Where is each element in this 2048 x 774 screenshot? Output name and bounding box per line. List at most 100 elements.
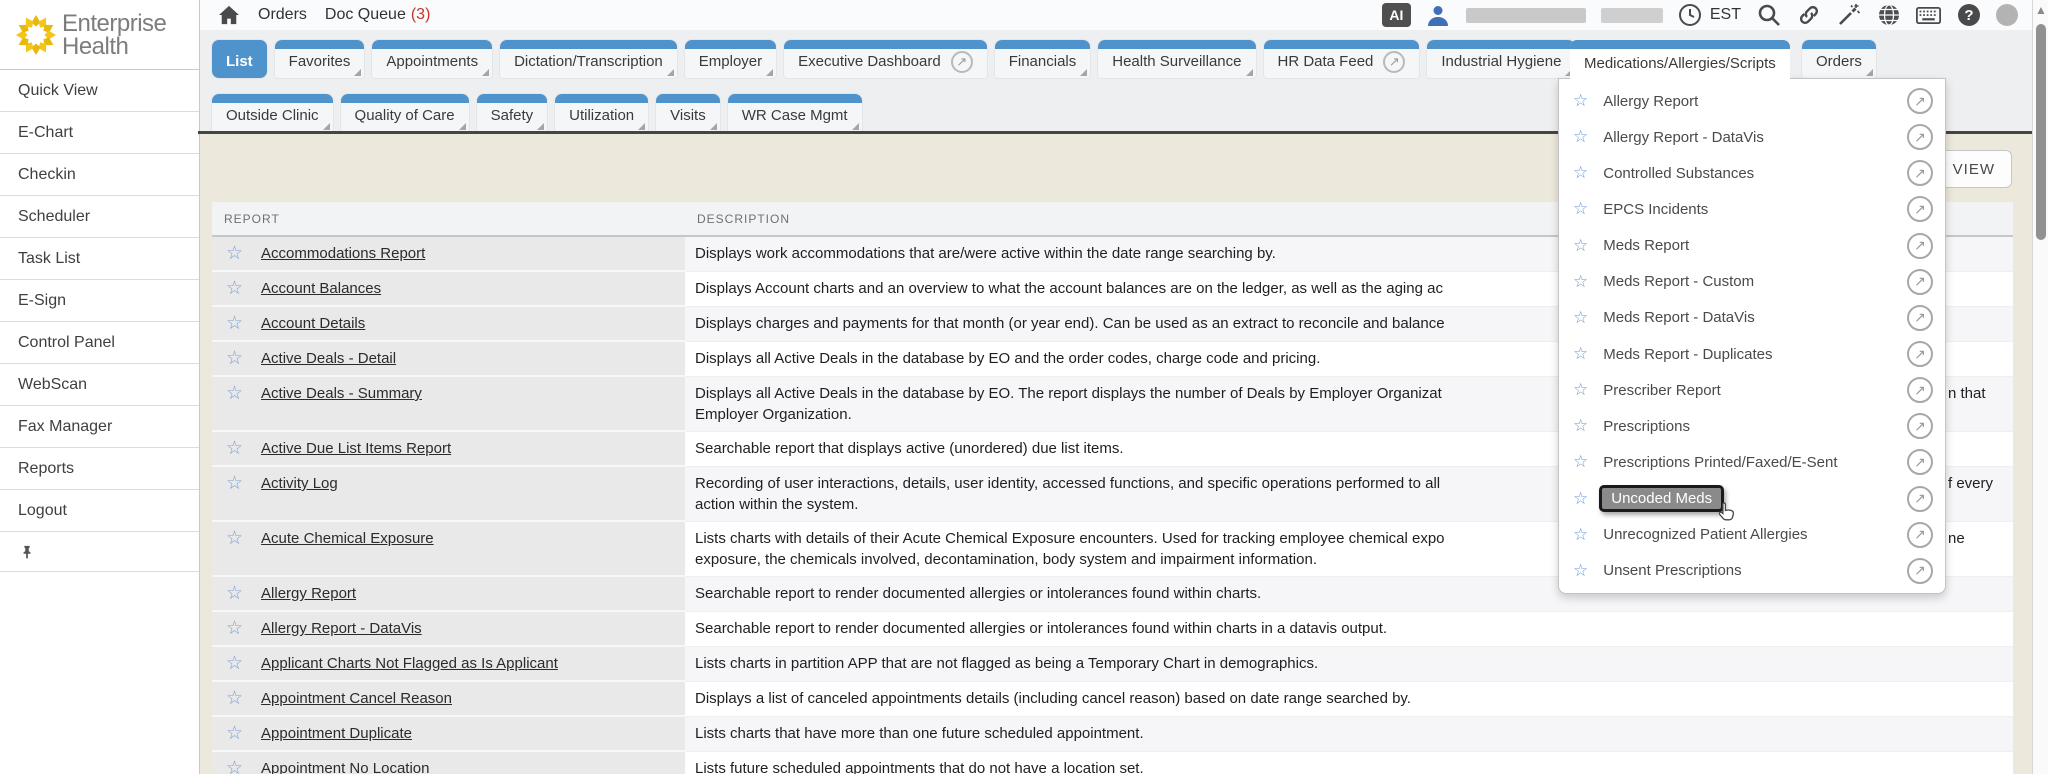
- favorite-star-icon[interactable]: ☆: [226, 583, 243, 604]
- favorite-star-icon[interactable]: ☆: [1573, 561, 1588, 581]
- favorite-star-icon[interactable]: ☆: [226, 473, 243, 494]
- favorite-star-icon[interactable]: ☆: [1573, 127, 1588, 147]
- report-link[interactable]: Account Details: [261, 313, 365, 334]
- menu-item[interactable]: ☆ Allergy Report - DataVis ↗: [1559, 119, 1945, 155]
- tab[interactable]: Orders: [1802, 40, 1876, 78]
- menu-item[interactable]: ☆ Prescriber Report ↗: [1559, 372, 1945, 408]
- home-icon[interactable]: [218, 5, 240, 25]
- favorite-star-icon[interactable]: ☆: [1573, 236, 1588, 256]
- sidebar-item[interactable]: Checkin: [0, 154, 199, 196]
- pin-icon[interactable]: [20, 544, 34, 560]
- favorite-star-icon[interactable]: ☆: [1573, 308, 1588, 328]
- tab[interactable]: Utilization: [555, 94, 648, 132]
- tab[interactable]: Outside Clinic: [212, 94, 333, 132]
- favorite-star-icon[interactable]: ☆: [1573, 344, 1588, 364]
- menu-item-label-highlighted[interactable]: Uncoded Meds: [1599, 485, 1724, 512]
- menu-item[interactable]: ☆ Allergy Report ↗: [1559, 83, 1945, 119]
- favorite-star-icon[interactable]: ☆: [226, 688, 243, 709]
- menu-item[interactable]: ☆ Unsent Prescriptions ↗: [1559, 553, 1945, 589]
- menu-item[interactable]: ☆ Uncoded Meds ↗: [1559, 481, 1945, 517]
- tab[interactable]: Executive Dashboard ↗: [784, 40, 987, 78]
- favorite-star-icon[interactable]: ☆: [226, 438, 243, 459]
- report-link[interactable]: Active Due List Items Report: [261, 438, 451, 459]
- report-link[interactable]: Allergy Report: [261, 583, 356, 604]
- report-link[interactable]: Appointment Duplicate: [261, 723, 412, 744]
- report-link[interactable]: Active Deals - Summary: [261, 383, 422, 404]
- tab[interactable]: Visits: [656, 94, 720, 132]
- favorite-star-icon[interactable]: ☆: [1573, 272, 1588, 292]
- report-link[interactable]: Applicant Charts Not Flagged as Is Appli…: [261, 653, 558, 674]
- breadcrumb-doc-queue[interactable]: Doc Queue: [325, 6, 406, 24]
- scrollbar-thumb[interactable]: [2036, 24, 2046, 240]
- link-icon[interactable]: [1796, 3, 1821, 28]
- search-icon[interactable]: [1756, 3, 1781, 28]
- favorite-star-icon[interactable]: ☆: [1573, 91, 1588, 111]
- tab[interactable]: Appointments: [372, 40, 492, 78]
- wand-icon[interactable]: [1836, 3, 1861, 28]
- favorite-star-icon[interactable]: ☆: [226, 653, 243, 674]
- sidebar-item[interactable]: Fax Manager: [0, 406, 199, 448]
- favorite-star-icon[interactable]: ☆: [1573, 489, 1588, 509]
- report-link[interactable]: Account Balances: [261, 278, 381, 299]
- run-report-icon[interactable]: ↗: [1907, 413, 1933, 439]
- menu-item[interactable]: ☆ Prescriptions ↗: [1559, 408, 1945, 444]
- favorite-star-icon[interactable]: ☆: [226, 348, 243, 369]
- tab[interactable]: WR Case Mgmt: [728, 94, 862, 132]
- tab[interactable]: Dictation/Transcription: [500, 40, 677, 78]
- run-report-icon[interactable]: ↗: [1907, 558, 1933, 584]
- favorite-star-icon[interactable]: ☆: [226, 758, 243, 774]
- menu-item[interactable]: ☆ EPCS Incidents ↗: [1559, 191, 1945, 227]
- sidebar-item[interactable]: Reports: [0, 448, 199, 490]
- report-link[interactable]: Allergy Report - DataVis: [261, 618, 422, 639]
- run-report-icon[interactable]: ↗: [1907, 522, 1933, 548]
- tab[interactable]: Industrial Hygiene: [1427, 40, 1575, 78]
- clock-icon[interactable]: [1678, 3, 1703, 28]
- favorite-star-icon[interactable]: ☆: [226, 618, 243, 639]
- tab[interactable]: Health Surveillance: [1098, 40, 1255, 78]
- favorite-star-icon[interactable]: ☆: [1573, 380, 1588, 400]
- sidebar-item[interactable]: Logout: [0, 490, 199, 532]
- favorite-star-icon[interactable]: ☆: [226, 243, 243, 264]
- run-report-icon[interactable]: ↗: [1907, 341, 1933, 367]
- run-report-icon[interactable]: ↗: [1907, 88, 1933, 114]
- favorite-star-icon[interactable]: ☆: [226, 528, 243, 549]
- menu-item[interactable]: ☆ Meds Report ↗: [1559, 228, 1945, 264]
- run-report-icon[interactable]: ↗: [1907, 124, 1933, 150]
- globe-icon[interactable]: [1876, 3, 1901, 28]
- report-link[interactable]: Activity Log: [261, 473, 338, 494]
- scroll-up-arrow[interactable]: ▲: [2033, 3, 2048, 17]
- run-report-icon[interactable]: ↗: [1907, 269, 1933, 295]
- favorite-star-icon[interactable]: ☆: [1573, 199, 1588, 219]
- sidebar-item[interactable]: WebScan: [0, 364, 199, 406]
- user-icon[interactable]: [1426, 3, 1451, 28]
- vertical-scrollbar[interactable]: ▲: [2032, 0, 2048, 774]
- breadcrumb-orders[interactable]: Orders: [258, 6, 307, 24]
- sidebar-item[interactable]: E-Chart: [0, 112, 199, 154]
- tab[interactable]: Employer: [685, 40, 776, 78]
- tab[interactable]: Safety: [477, 94, 548, 132]
- tab[interactable]: List: [212, 40, 267, 78]
- run-report-icon[interactable]: ↗: [1907, 377, 1933, 403]
- report-link[interactable]: Acute Chemical Exposure: [261, 528, 434, 549]
- run-report-icon[interactable]: ↗: [1907, 160, 1933, 186]
- run-report-icon[interactable]: ↗: [1907, 233, 1933, 259]
- menu-item[interactable]: ☆ Meds Report - Custom ↗: [1559, 264, 1945, 300]
- report-link[interactable]: Active Deals - Detail: [261, 348, 396, 369]
- report-link[interactable]: Appointment No Location: [261, 758, 429, 774]
- tab[interactable]: HR Data Feed ↗: [1264, 40, 1420, 78]
- tab[interactable]: Medications/Allergies/Scripts: [1570, 40, 1790, 80]
- run-report-icon[interactable]: ↗: [1907, 449, 1933, 475]
- menu-item[interactable]: ☆ Controlled Substances ↗: [1559, 155, 1945, 191]
- favorite-star-icon[interactable]: ☆: [226, 313, 243, 334]
- favorite-star-icon[interactable]: ☆: [226, 278, 243, 299]
- sidebar-item[interactable]: E-Sign: [0, 280, 199, 322]
- tab[interactable]: Favorites: [275, 40, 365, 78]
- sidebar-item[interactable]: Quick View: [0, 70, 199, 112]
- favorite-star-icon[interactable]: ☆: [1573, 452, 1588, 472]
- help-icon[interactable]: ?: [1956, 3, 1981, 28]
- favorite-star-icon[interactable]: ☆: [226, 383, 243, 404]
- favorite-star-icon[interactable]: ☆: [1573, 525, 1588, 545]
- sidebar-item[interactable]: Task List: [0, 238, 199, 280]
- menu-item[interactable]: ☆ Prescriptions Printed/Faxed/E-Sent ↗: [1559, 444, 1945, 480]
- sidebar-item[interactable]: Control Panel: [0, 322, 199, 364]
